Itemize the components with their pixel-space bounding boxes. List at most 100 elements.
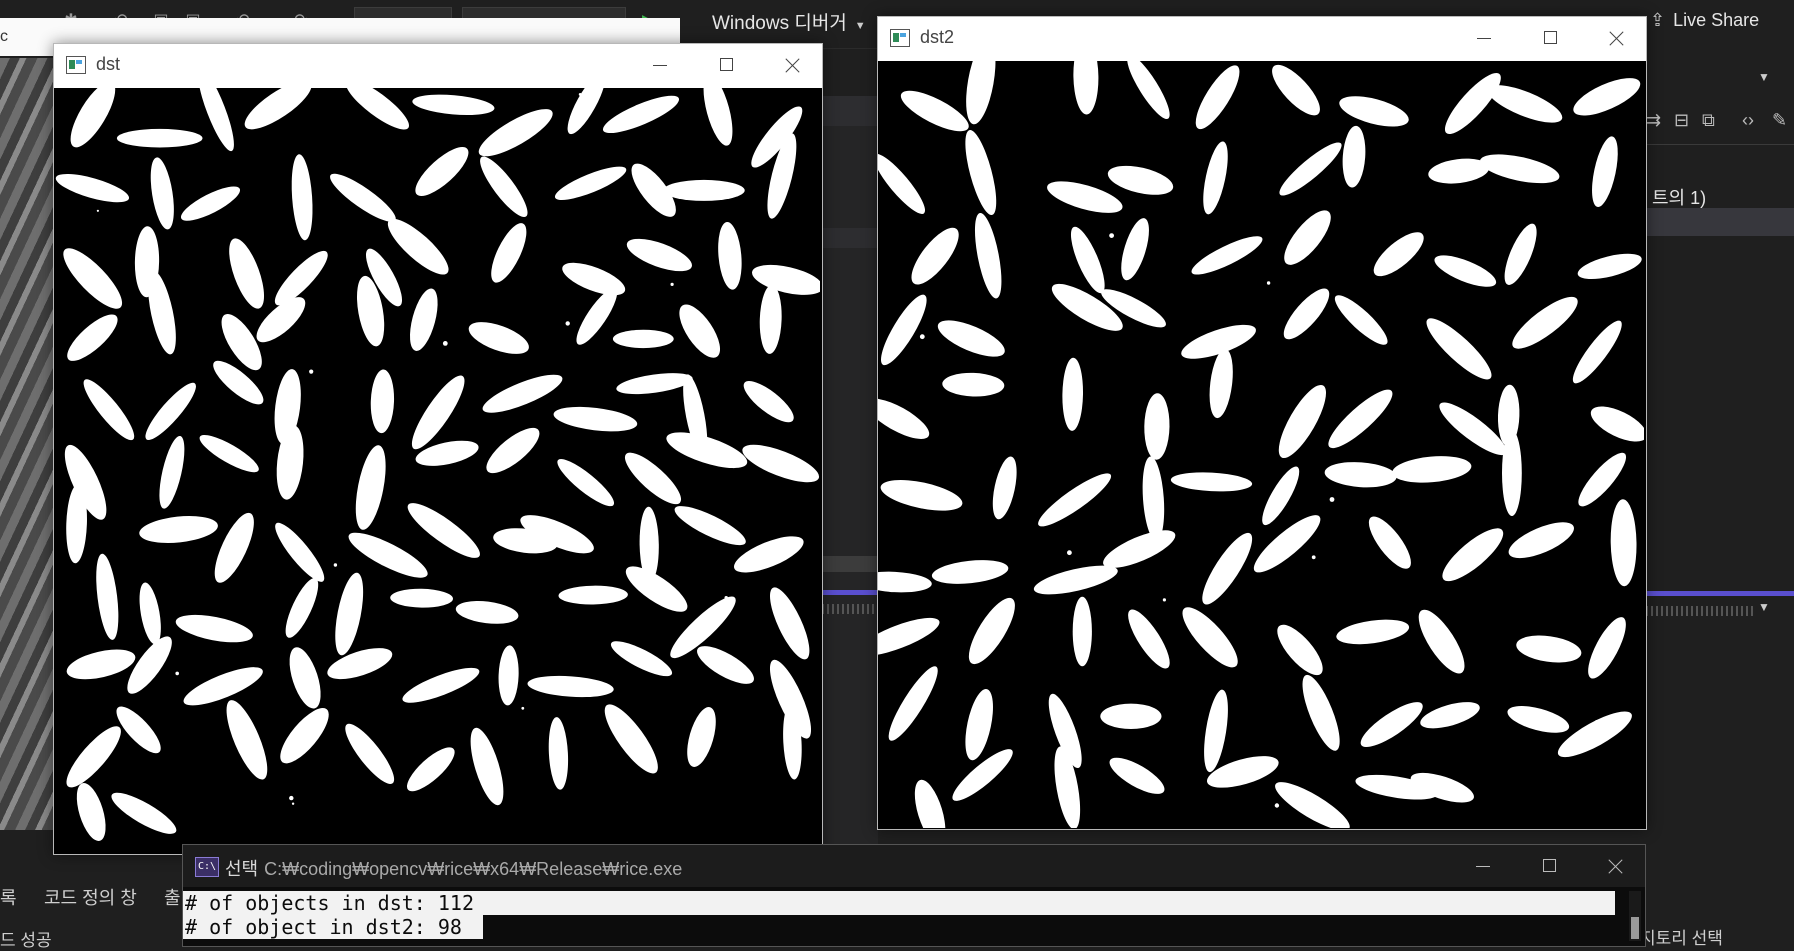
window-titlebar[interactable]: dst [54, 44, 822, 86]
rice-grain [1588, 617, 1626, 679]
console-line: # of objects in dst: 112 [183, 891, 1615, 915]
rice-grain [1418, 609, 1465, 674]
rice-grain [498, 645, 519, 706]
rice-grain [470, 727, 504, 806]
noise-speck [565, 321, 570, 326]
rice-grain [968, 597, 1015, 665]
noise-speck [724, 596, 728, 600]
rice-grain [974, 212, 1002, 299]
rice-grain [878, 571, 932, 593]
rice-grain [881, 294, 927, 366]
rice-grain [66, 484, 87, 564]
rice-grain [76, 783, 106, 841]
rice-grain [66, 726, 121, 788]
rice-grain [1275, 782, 1350, 828]
rice-grain [1170, 472, 1253, 492]
live-share-button[interactable]: ⇪ Live Share [1650, 10, 1759, 31]
repository-select[interactable]: 지토리 선택 [1640, 924, 1723, 949]
noise-speck [1266, 281, 1271, 285]
rice-grain [742, 444, 820, 483]
scrollbar[interactable] [822, 556, 878, 572]
rice-grain [687, 707, 716, 767]
rice-grain [1504, 223, 1537, 285]
rice-grain [280, 708, 329, 764]
rice-grain [1324, 462, 1397, 488]
live-share-label: Live Share [1673, 10, 1760, 30]
rice-grain [1284, 210, 1331, 265]
minimize-icon[interactable] [646, 52, 676, 78]
rice-grain [718, 222, 742, 290]
minimize-icon[interactable] [1470, 25, 1500, 51]
rice-grain [355, 445, 386, 530]
tab-code-definition[interactable]: 코드 정의 창 [44, 884, 137, 910]
rice-grain [1512, 296, 1578, 349]
rice-grain [226, 700, 268, 780]
maximize-icon[interactable] [712, 52, 742, 78]
chevron-down-icon[interactable]: ▼ [1758, 600, 1770, 614]
rice-grain [1182, 607, 1238, 668]
rice-grain [1426, 318, 1492, 380]
rice-grain [1592, 136, 1618, 207]
editor-gap [822, 96, 878, 856]
window-titlebar[interactable]: dst2 [878, 17, 1646, 59]
rice-grain [966, 61, 996, 125]
close-icon[interactable] [1601, 853, 1631, 879]
toolbar-icon[interactable]: ⇉ [1646, 110, 1661, 131]
rice-grain [527, 675, 614, 698]
rice-grain [229, 238, 265, 309]
maximize-icon[interactable] [1535, 853, 1565, 879]
code-icon[interactable]: ‹› [1742, 110, 1754, 131]
rice-grain [1107, 165, 1174, 195]
rice-grain [1209, 348, 1233, 419]
copy-icon[interactable]: ⧉ [1702, 110, 1715, 131]
noise-speck [670, 282, 674, 286]
rice-grain [63, 248, 123, 309]
image-canvas [54, 88, 822, 854]
collapse-icon[interactable]: ⊟ [1674, 110, 1689, 131]
rice-grain [1279, 142, 1342, 196]
rice-grain [1195, 65, 1240, 130]
maximize-icon[interactable] [1536, 25, 1566, 51]
close-icon[interactable] [1602, 25, 1632, 51]
wrench-icon[interactable]: ✎ [1772, 110, 1787, 131]
rice-grain [1283, 288, 1330, 340]
rice-grain [679, 304, 721, 358]
rice-grain [759, 284, 782, 354]
window-app-icon [890, 29, 910, 47]
dst2-window[interactable]: dst2 [877, 16, 1647, 830]
tab-output[interactable]: 출 [164, 884, 181, 910]
rice-grain [183, 667, 263, 706]
rice-grain [1038, 473, 1112, 527]
console-output[interactable]: # of objects in dst: 112 # of object in … [183, 887, 1645, 946]
binary-image [55, 88, 820, 841]
tree-item-selected[interactable] [1646, 208, 1794, 236]
rice-grain [390, 588, 453, 608]
rice-grain [931, 560, 1009, 584]
rice-grain [752, 264, 820, 295]
scrollbar[interactable] [1629, 891, 1641, 941]
rice-grain [900, 90, 969, 132]
project-tree-item[interactable]: 트의 1) [1652, 184, 1706, 210]
console-window[interactable]: C:\ 선택 C:₩coding₩opencv₩rice₩x64₩Release₩… [182, 844, 1646, 947]
rice-grain [1121, 218, 1149, 281]
debug-target-button[interactable]: Windows 디버거 ▼ [712, 8, 866, 35]
dst-window[interactable]: dst [53, 43, 823, 855]
rice-grain [1191, 236, 1263, 275]
rice-grain [878, 398, 930, 439]
rice-grain [1502, 430, 1522, 516]
rice-grain [159, 435, 185, 509]
tab-list[interactable]: 록 [0, 884, 17, 910]
minimize-icon[interactable] [1469, 853, 1499, 879]
noise-speck [365, 650, 370, 655]
rice-grain [1342, 125, 1366, 188]
solution-explorer-toolbar: ⇉ ⊟ ⧉ ‹› ✎ [1646, 108, 1794, 138]
rice-grain [275, 522, 325, 582]
chevron-down-icon[interactable]: ▼ [1758, 70, 1770, 84]
rice-grain [1144, 393, 1170, 460]
noise-speck [1274, 803, 1280, 808]
close-icon[interactable] [778, 52, 808, 78]
rice-grain [491, 223, 527, 283]
debug-target-label: Windows 디버거 [712, 13, 847, 34]
window-titlebar[interactable]: C:\ 선택 C:₩coding₩opencv₩rice₩x64₩Release₩… [183, 845, 1645, 887]
rice-grain [1142, 456, 1165, 541]
